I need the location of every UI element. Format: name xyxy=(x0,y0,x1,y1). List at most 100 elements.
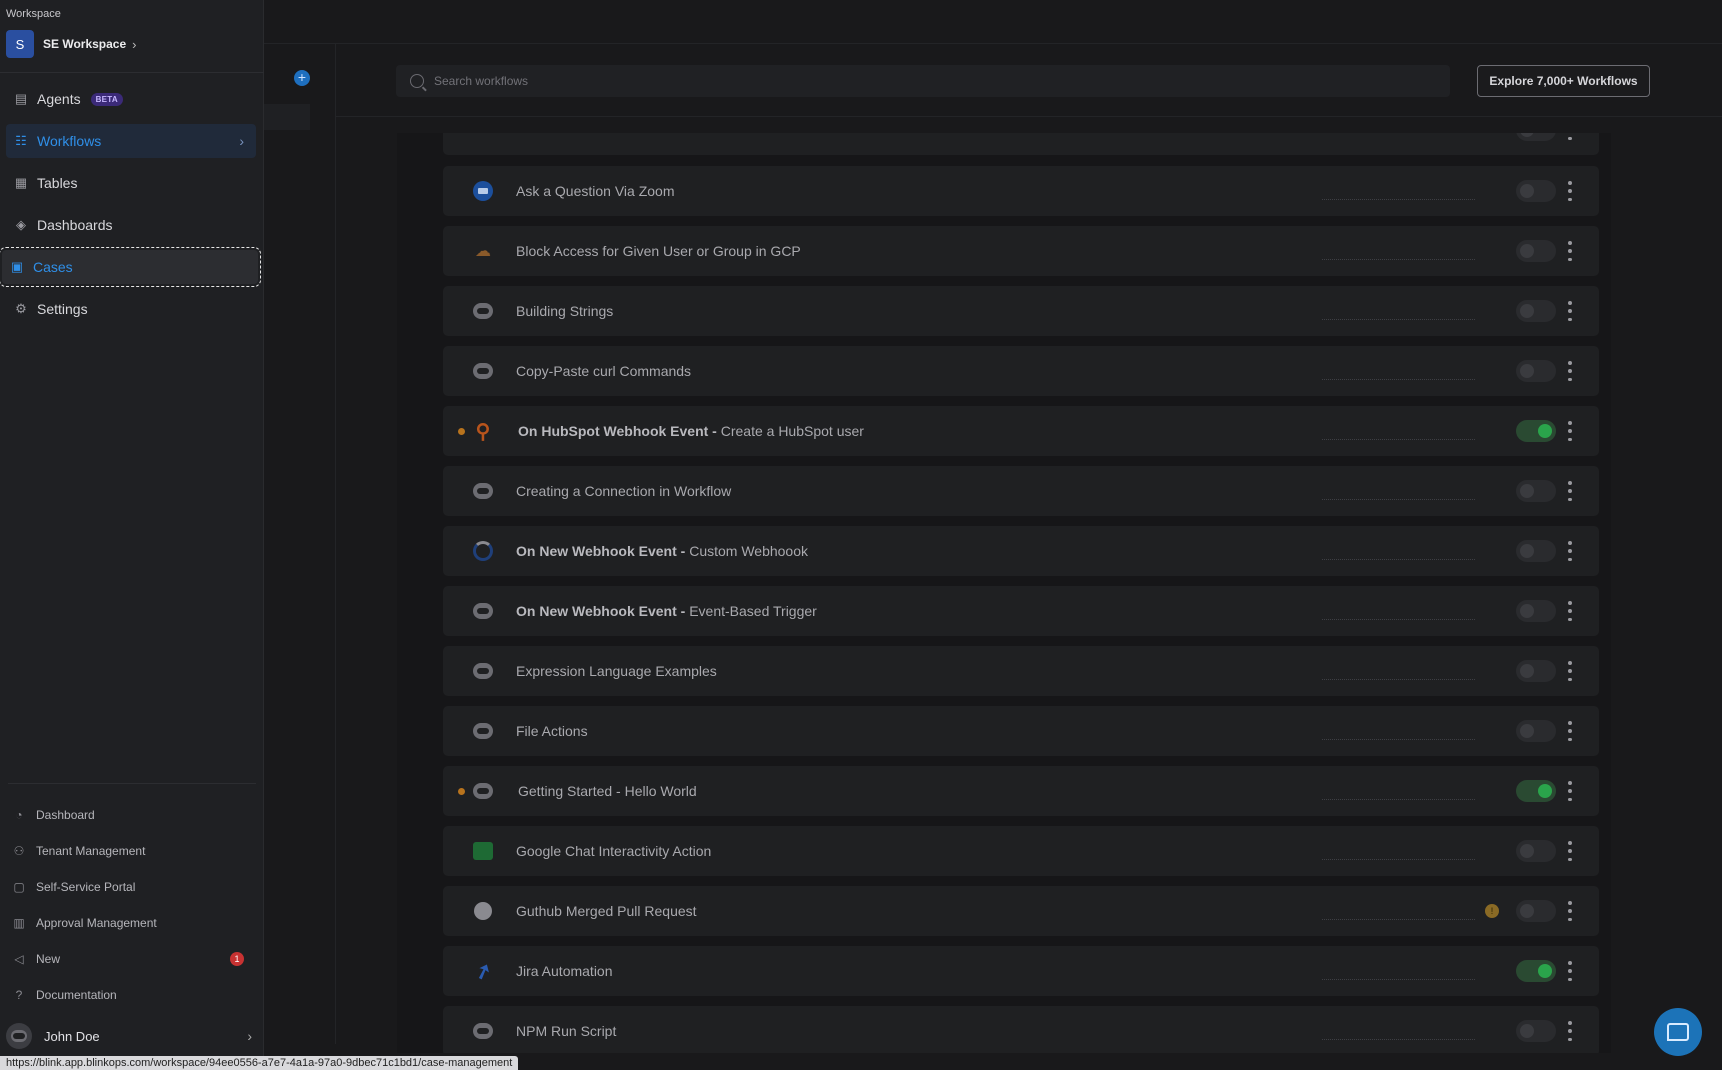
sidebar-item-approval-management[interactable]: ▥ Approval Management xyxy=(6,911,256,935)
status-dot xyxy=(458,427,465,435)
search-box[interactable] xyxy=(396,65,1450,97)
workflow-trigger: On New Webhook Event - xyxy=(516,543,690,559)
user-menu[interactable]: John Doe › xyxy=(6,1023,256,1049)
workflow-row[interactable]: Copy-Paste curl Commands xyxy=(443,346,1599,396)
workflow-name: Block Access for Given User or Group in … xyxy=(516,243,801,259)
more-options-icon[interactable] xyxy=(1567,301,1573,321)
sidebar-item-documentation[interactable]: ? Documentation xyxy=(6,983,256,1007)
sidebar-item-tenant-management[interactable]: ⚇ Tenant Management xyxy=(6,839,256,863)
layers-icon: ◈ xyxy=(16,217,26,232)
more-options-icon[interactable] xyxy=(1567,421,1573,441)
more-options-icon[interactable] xyxy=(1567,541,1573,561)
enable-toggle[interactable] xyxy=(1516,780,1556,802)
workflow-row[interactable]: Ask a Question Via Zoom xyxy=(443,166,1599,216)
workflow-name: Creating a Connection in Workflow xyxy=(516,483,732,499)
chevron-right-icon: › xyxy=(132,36,137,52)
more-options-icon[interactable] xyxy=(1567,901,1573,921)
more-options-icon[interactable] xyxy=(1567,661,1573,681)
sidebar-item-workflows[interactable]: ☷ Workflows › xyxy=(6,124,256,158)
workflow-row[interactable]: ☁ Block Access for Given User or Group in… xyxy=(443,226,1599,276)
workflow-row[interactable]: Guthub Merged Pull Request! xyxy=(443,886,1599,936)
workflow-name: Jira Automation xyxy=(516,963,613,979)
workflow-list: Ask a Question Via Zoom ☁ Block Access for… xyxy=(397,133,1611,1053)
workflow-row[interactable]: Google Chat Interactivity Action xyxy=(443,826,1599,876)
bot-icon xyxy=(471,1019,495,1043)
workflow-name: Ask a Question Via Zoom xyxy=(516,183,675,199)
workflow-row[interactable] xyxy=(443,133,1599,155)
run-history-sparkline xyxy=(1322,259,1475,260)
enable-toggle[interactable] xyxy=(1516,133,1556,141)
sidebar-item-label: Workflows xyxy=(37,133,102,149)
workflow-row[interactable]: ⚲ On HubSpot Webhook Event - Create a Hub… xyxy=(443,406,1599,456)
enable-toggle[interactable] xyxy=(1516,300,1556,322)
sidebar-item-label: Agents xyxy=(37,91,81,107)
workflow-row[interactable]: ➚ Jira Automation xyxy=(443,946,1599,996)
enable-toggle[interactable] xyxy=(1516,960,1556,982)
gcp-icon: ☁ xyxy=(475,243,491,260)
workflow-row[interactable]: On New Webhook Event - Custom Webhoook xyxy=(443,526,1599,576)
app-root: Workspace S SE Workspace › ▤ Agents BETA… xyxy=(0,0,1722,1070)
bot-icon xyxy=(471,719,495,743)
more-options-icon[interactable] xyxy=(1567,841,1573,861)
sidebar-item-label: Cases xyxy=(33,259,73,275)
workflow-name: Building Strings xyxy=(516,303,614,319)
sidebar-item-cases[interactable]: ▣ Cases xyxy=(0,247,261,287)
workflow-title: Block Access for Given User or Group in … xyxy=(516,243,801,259)
sidebar-item-new[interactable]: ◁ New 1 xyxy=(6,947,256,971)
enable-toggle[interactable] xyxy=(1516,1020,1556,1042)
workflow-row[interactable]: On New Webhook Event - Event-Based Trigg… xyxy=(443,586,1599,636)
jira-icon: ➚ xyxy=(471,958,495,985)
workflow-title: Building Strings xyxy=(516,303,613,319)
enable-toggle[interactable] xyxy=(1516,900,1556,922)
sidebar-item-agents[interactable]: ▤ Agents BETA xyxy=(6,82,256,116)
more-options-icon[interactable] xyxy=(1567,961,1573,981)
enable-toggle[interactable] xyxy=(1516,180,1556,202)
add-folder-button[interactable]: + xyxy=(294,70,310,86)
more-options-icon[interactable] xyxy=(1567,361,1573,381)
explore-workflows-button[interactable]: Explore 7,000+ Workflows xyxy=(1477,65,1650,97)
workflow-row[interactable]: Expression Language Examples xyxy=(443,646,1599,696)
more-options-icon[interactable] xyxy=(1567,1021,1573,1041)
bot-icon xyxy=(471,359,495,383)
more-options-icon[interactable] xyxy=(1567,241,1573,261)
sidebar-item-self-service-portal[interactable]: ▢ Self-Service Portal xyxy=(6,875,256,899)
workflow-row[interactable]: File Actions xyxy=(443,706,1599,756)
enable-toggle[interactable] xyxy=(1516,360,1556,382)
enable-toggle[interactable] xyxy=(1516,480,1556,502)
more-options-icon[interactable] xyxy=(1567,721,1573,741)
more-options-icon[interactable] xyxy=(1567,181,1573,201)
github-icon xyxy=(471,899,495,923)
enable-toggle[interactable] xyxy=(1516,840,1556,862)
enable-toggle[interactable] xyxy=(1516,420,1556,442)
workflow-name: Guthub Merged Pull Request xyxy=(516,903,697,919)
sidebar-item-tables[interactable]: ▦ Tables xyxy=(6,166,256,200)
enable-toggle[interactable] xyxy=(1516,540,1556,562)
more-options-icon[interactable] xyxy=(1567,481,1573,501)
sidebar-item-label: Tenant Management xyxy=(36,844,146,858)
enable-toggle[interactable] xyxy=(1516,660,1556,682)
run-history-sparkline xyxy=(1322,619,1475,620)
more-options-icon[interactable] xyxy=(1567,781,1573,801)
megaphone-icon: ◁ xyxy=(14,952,24,966)
chat-support-button[interactable] xyxy=(1654,1008,1702,1056)
workflow-title: On New Webhook Event - Custom Webhoook xyxy=(516,543,808,559)
more-options-icon[interactable] xyxy=(1567,601,1573,621)
sidebar-divider xyxy=(0,72,264,73)
workflow-row[interactable]: NPM Run Script xyxy=(443,1006,1599,1053)
sidebar-item-settings[interactable]: ⚙ Settings xyxy=(6,292,256,326)
workflow-row[interactable]: Getting Started - Hello World xyxy=(443,766,1599,816)
hubspot-icon: ⚲ xyxy=(475,420,491,443)
sidebar-item-dashboard[interactable]: ◔ Dashboard xyxy=(6,803,256,827)
sidebar-item-label: Documentation xyxy=(36,988,117,1002)
enable-toggle[interactable] xyxy=(1516,600,1556,622)
workflow-row[interactable]: Building Strings xyxy=(443,286,1599,336)
sidebar-item-dashboards[interactable]: ◈ Dashboards xyxy=(6,208,256,242)
workspace-switcher[interactable]: S SE Workspace › xyxy=(6,30,137,58)
search-input[interactable] xyxy=(434,74,1334,88)
search-icon xyxy=(410,74,424,88)
enable-toggle[interactable] xyxy=(1516,720,1556,742)
folder-item[interactable] xyxy=(264,104,310,130)
workflow-row[interactable]: Creating a Connection in Workflow xyxy=(443,466,1599,516)
more-options-icon[interactable] xyxy=(1567,133,1573,140)
enable-toggle[interactable] xyxy=(1516,240,1556,262)
